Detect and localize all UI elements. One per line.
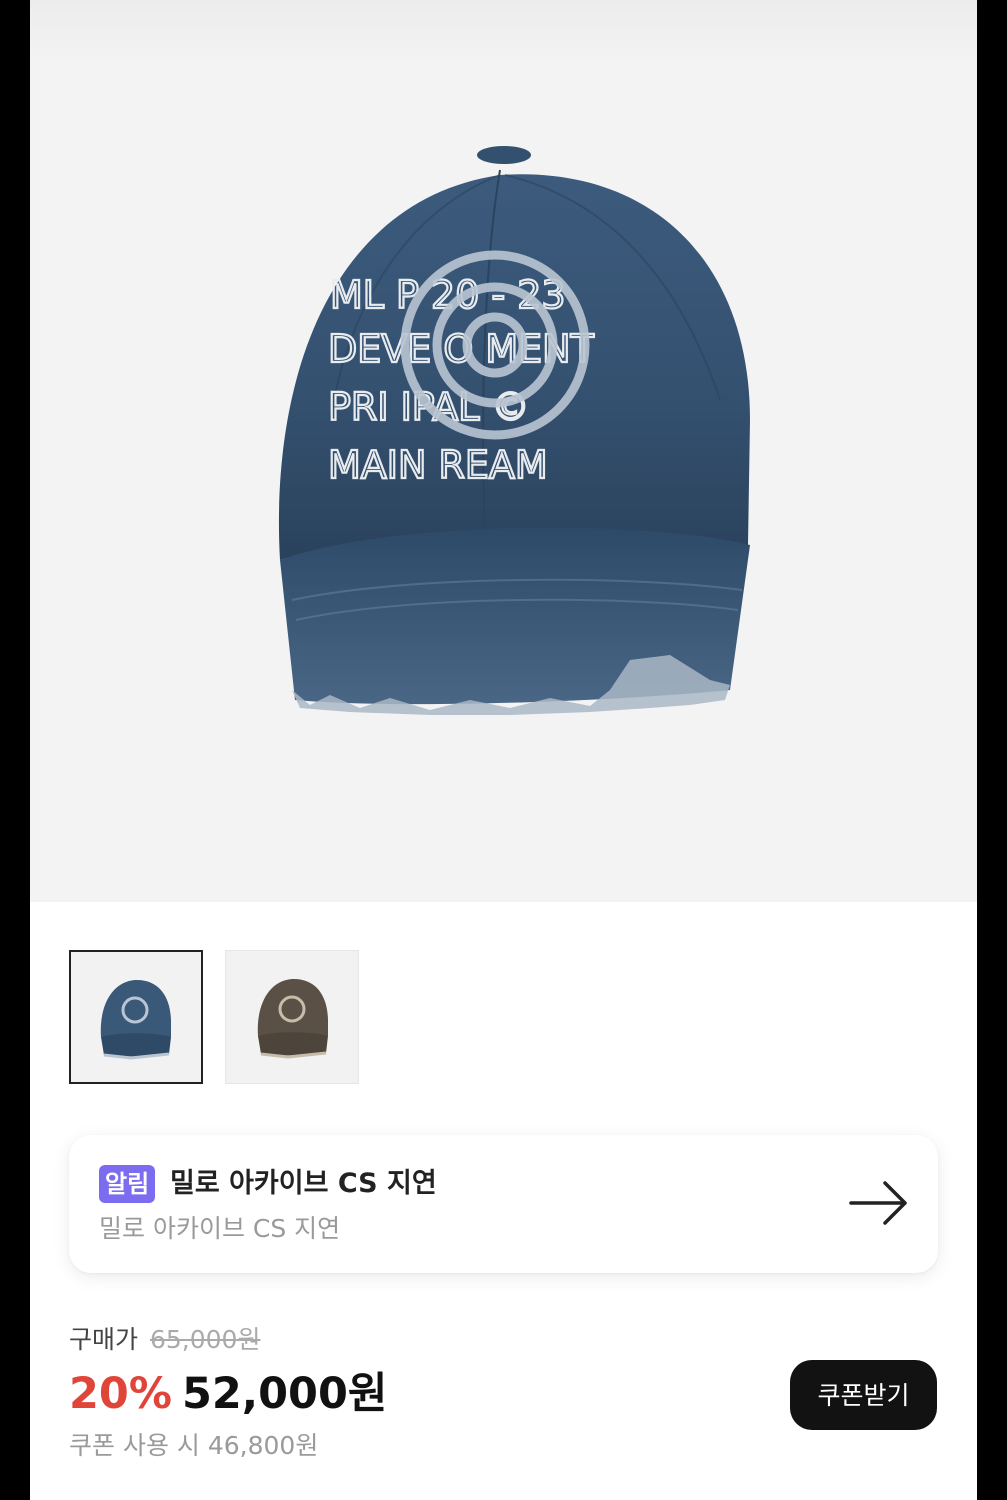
product-page: ML P 20 - 23 DEVE O MENT PRI IPAL © MAIN… <box>30 0 977 1500</box>
coupon-price-note: 쿠폰 사용 시 46,800원 <box>69 1431 319 1460</box>
notice-badge: 알림 <box>99 1165 156 1203</box>
cap-thumbnail-brown-image <box>257 978 328 1059</box>
thumbnail-blue[interactable] <box>69 950 203 1084</box>
final-price: 52,000원 <box>181 1369 388 1419</box>
notice-card[interactable]: 알림 밀로 아카이브 CS 지연 밀로 아카이브 CS 지연 <box>69 1135 938 1273</box>
thumbnail-brown[interactable] <box>225 950 359 1084</box>
notice-title: 밀로 아카이브 CS 지연 <box>170 1168 437 1199</box>
get-coupon-button[interactable]: 쿠폰받기 <box>790 1360 937 1430</box>
notice-subtitle: 밀로 아카이브 CS 지연 <box>99 1214 341 1243</box>
price-row: 20% 52,000원 <box>69 1366 387 1422</box>
discount-rate: 20% <box>69 1369 172 1419</box>
original-price: 65,000원 <box>149 1325 261 1354</box>
product-main-image[interactable]: ML P 20 - 23 DEVE O MENT PRI IPAL © MAIN… <box>30 0 977 902</box>
cap-thumbnail-blue-image <box>100 979 171 1060</box>
price-label: 구매가 <box>69 1325 139 1354</box>
cap-text-line-4: MAIN REAM <box>328 443 548 487</box>
arrow-right-icon[interactable] <box>847 1179 911 1227</box>
cap-illustration: ML P 20 - 23 DEVE O MENT PRI IPAL © MAIN… <box>278 146 750 715</box>
price-label-row: 구매가 65,000원 <box>69 1322 260 1358</box>
